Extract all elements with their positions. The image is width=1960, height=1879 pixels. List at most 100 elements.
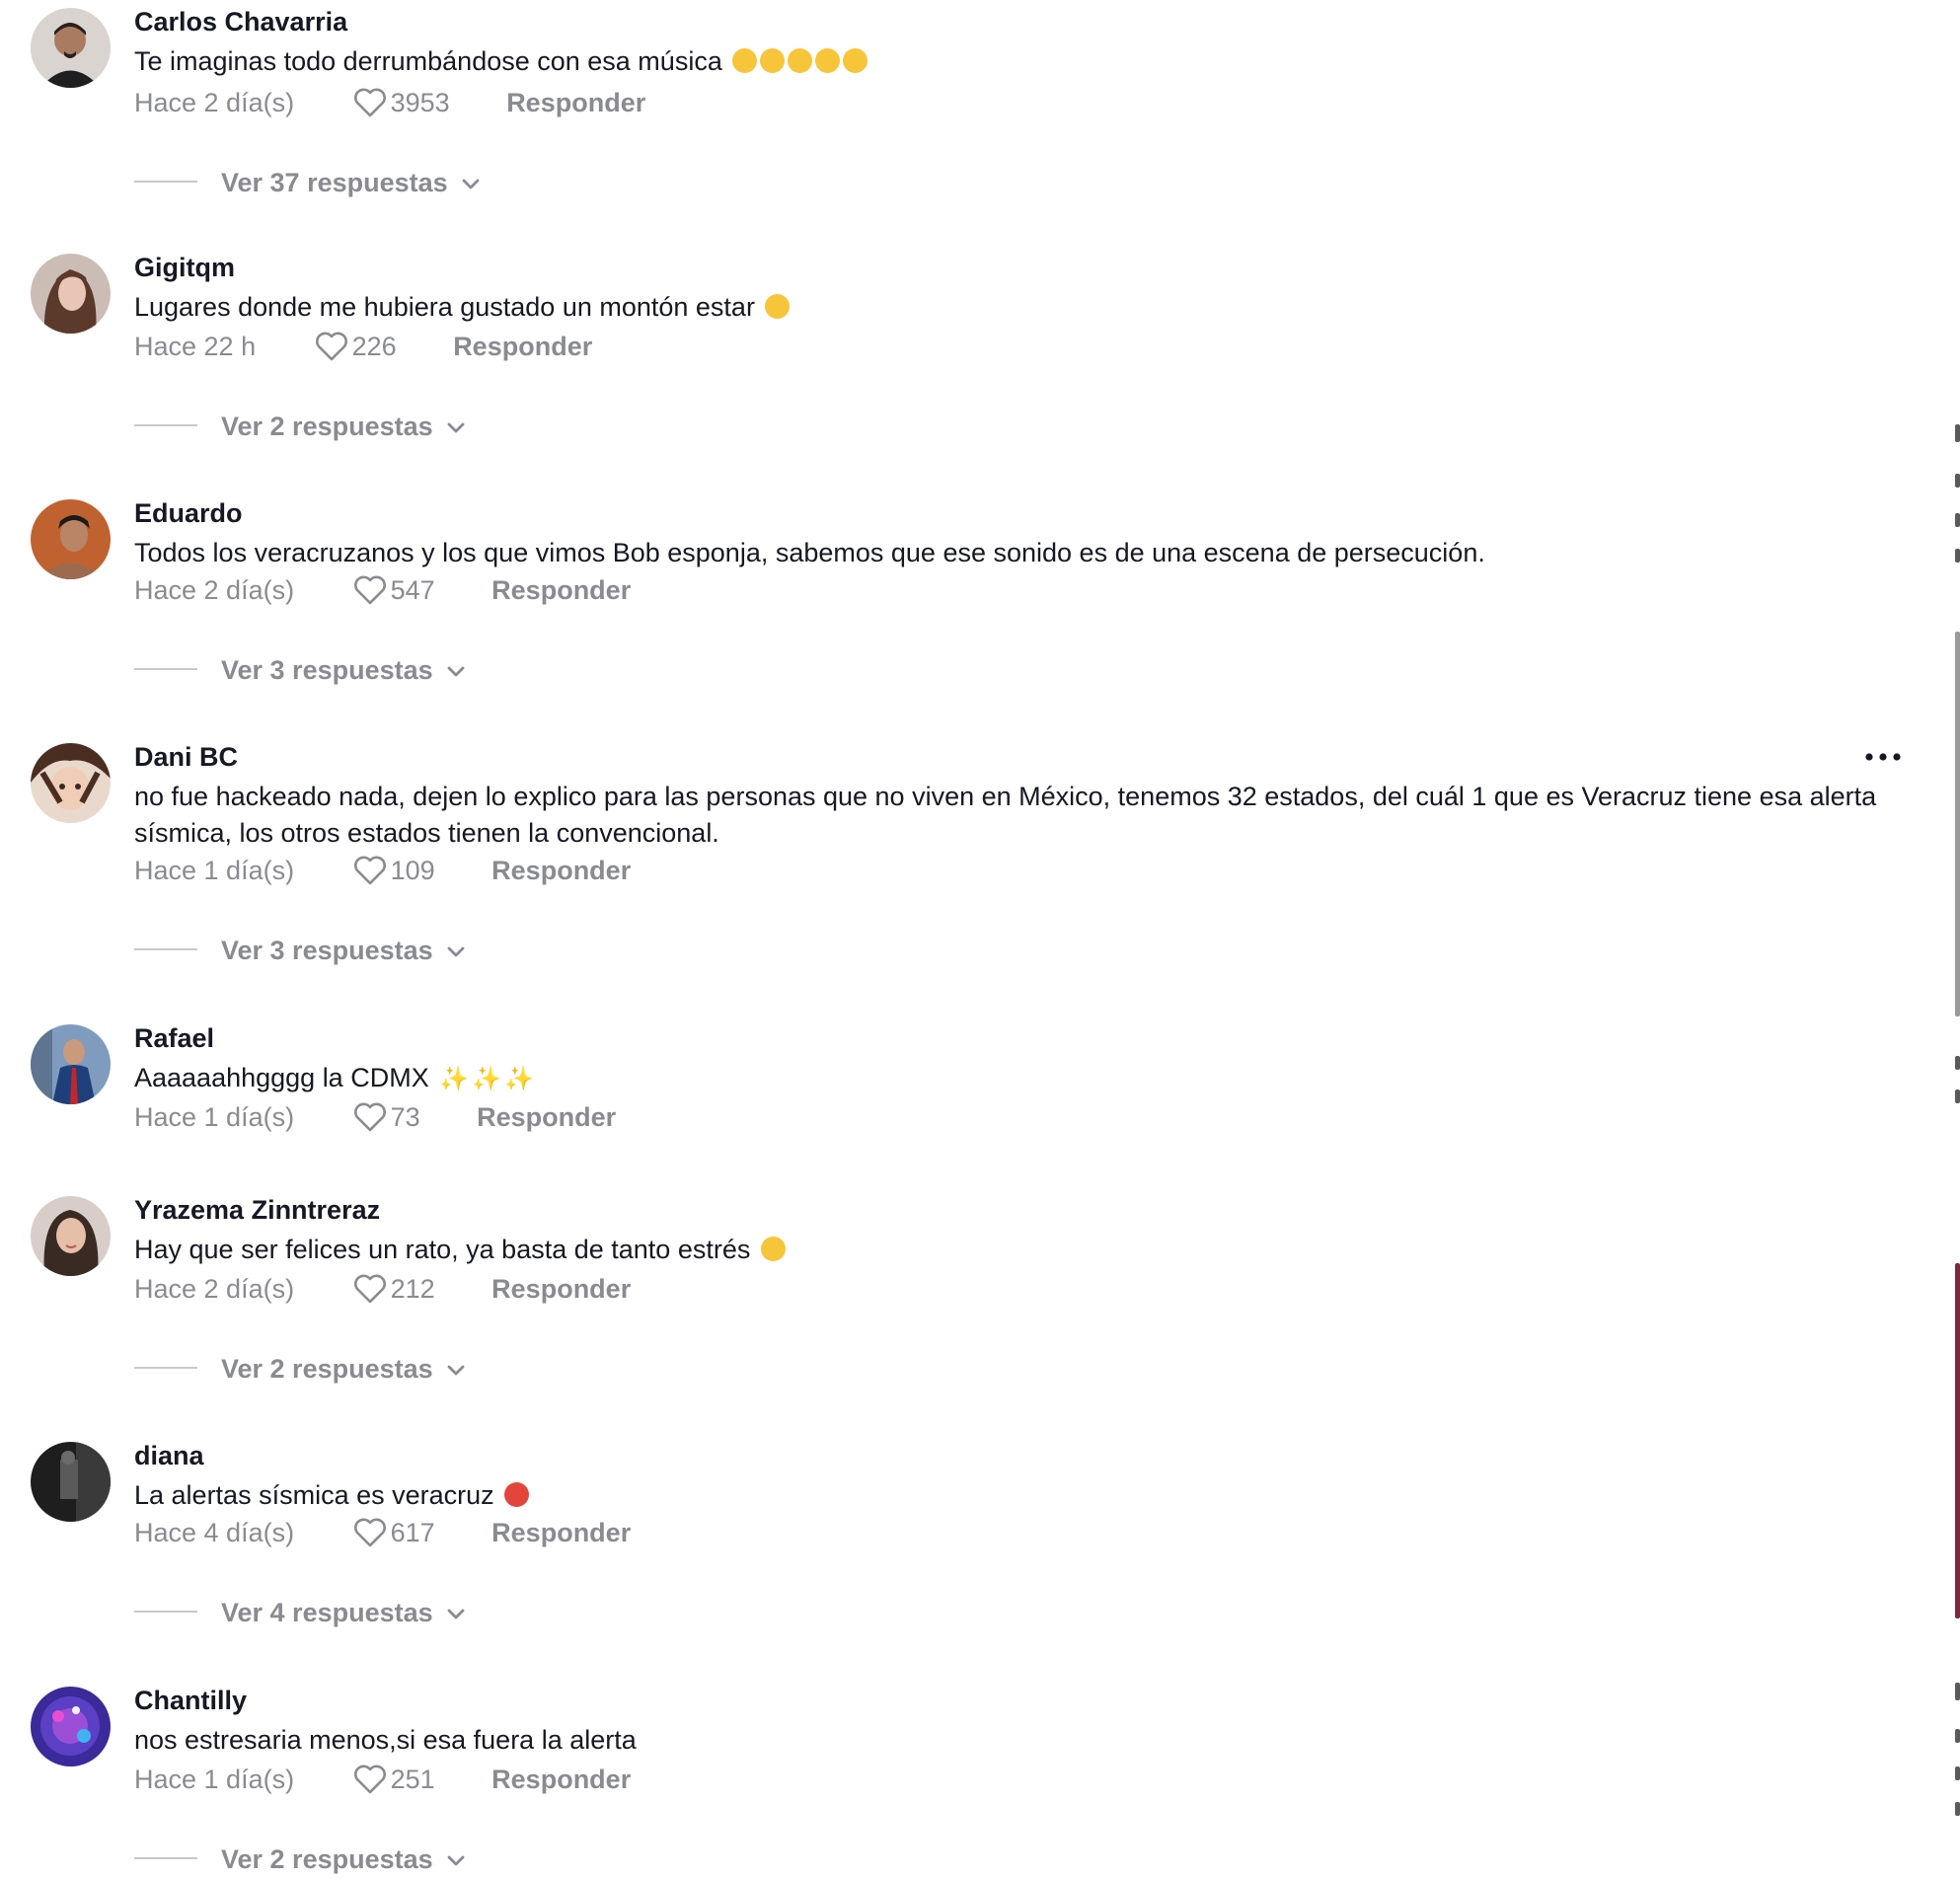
comment-body: nos estresaria menos,si esa fuera la ale… [134,1725,637,1755]
edge-fragment [1955,513,1960,527]
like-button[interactable]: 73 [353,1099,420,1135]
comment-username[interactable]: Rafael [134,1020,214,1056]
comment-username[interactable]: Yrazema Zinntreraz [134,1192,380,1228]
comment-username[interactable]: Carlos Chavarria [134,4,347,39]
comment-body: Aaaaaahhgggg la CDMX [134,1063,429,1092]
heart-outline-icon [353,1518,386,1547]
comment-time: Hace 1 día(s) [134,1765,295,1794]
replies-divider [134,1857,197,1859]
view-replies-label: Ver 3 respuestas [221,936,433,965]
reply-button[interactable]: Responder [453,329,592,364]
comment-text: nos estresaria menos,si esa fuera la ale… [134,1722,1901,1759]
view-replies-label: Ver 2 respuestas [221,1354,433,1384]
comment-body: Hay que ser felices un rato, ya basta de… [134,1235,751,1264]
chevron-down-icon [462,164,480,199]
comment-username[interactable]: Eduardo [134,495,243,531]
like-count: 547 [390,575,435,605]
like-count: 73 [390,1102,420,1132]
heart-outline-icon [353,856,386,885]
replies-divider [134,948,197,950]
comment-meta: Hace 1 día(s) 251 Responder [134,1762,631,1797]
heart-outline-icon [353,88,386,117]
avatar[interactable] [31,499,111,579]
reply-button[interactable]: Responder [491,1271,631,1307]
avatar[interactable] [31,1442,111,1522]
view-replies-button[interactable]: Ver 2 respuestas [134,1841,465,1877]
edge-fragment [1955,1056,1960,1070]
comment-username[interactable]: Chantilly [134,1683,247,1718]
avatar[interactable] [31,8,111,88]
replies-divider [134,181,197,183]
reply-button[interactable]: Responder [491,572,631,608]
like-count: 226 [351,332,397,361]
avatar[interactable] [31,254,111,334]
avatar[interactable] [31,1196,111,1276]
comment-text: La alertas sísmica es veracruz [134,1477,1901,1514]
view-replies-button[interactable]: Ver 4 respuestas [134,1594,465,1630]
reply-button[interactable]: Responder [491,1762,631,1797]
comment-meta: Hace 22 h 226 Responder [134,329,592,364]
edge-fragment [1955,1263,1960,1618]
chevron-down-icon [447,1350,465,1386]
reply-button[interactable]: Responder [491,853,631,888]
like-count: 251 [390,1765,435,1794]
view-replies-label: Ver 2 respuestas [221,1844,433,1874]
comment-time: Hace 1 día(s) [134,1102,295,1132]
comment-username[interactable]: diana [134,1438,204,1473]
view-replies-button[interactable]: Ver 3 respuestas [134,651,465,688]
reply-button[interactable]: Responder [477,1099,616,1135]
more-horizontal-icon[interactable] [1861,745,1905,769]
comment-meta: Hace 2 día(s) 547 Responder [134,572,631,608]
comment-time: Hace 2 día(s) [134,575,295,605]
heart-outline-icon [315,332,347,361]
heart-outline-icon [353,575,386,605]
comment-time: Hace 1 día(s) [134,856,295,885]
edge-fragment [1955,1090,1960,1103]
chevron-down-icon [447,932,465,967]
adjacent-panel-edge [1955,0,1960,1879]
like-button[interactable]: 212 [353,1271,435,1307]
comment-meta: Hace 1 día(s) 109 Responder [134,853,631,888]
like-button[interactable]: 226 [315,329,397,364]
crab-emoji-icon [504,1482,530,1507]
comment-text: Te imaginas todo derrumbándose con esa m… [134,43,1901,80]
heart-outline-icon [353,1274,386,1304]
like-button[interactable]: 3953 [353,85,450,120]
avatar[interactable] [31,1687,111,1766]
sparkles-emoji-icon: ✨ [439,1066,470,1092]
heart-outline-icon [353,1765,386,1794]
edge-fragment [1955,1683,1960,1700]
edge-fragment [1955,549,1960,563]
comment-meta: Hace 4 día(s) 617 Responder [134,1515,631,1550]
like-button[interactable]: 251 [353,1762,435,1797]
edge-fragment [1955,424,1960,442]
avatar[interactable] [31,743,111,823]
comment-body: no fue hackeado nada, dejen lo explico p… [134,782,1877,848]
replies-divider [134,424,197,426]
view-replies-button[interactable]: Ver 3 respuestas [134,932,465,968]
like-count: 212 [390,1274,435,1304]
reply-button[interactable]: Responder [506,85,645,120]
comment-body: Te imaginas todo derrumbándose con esa m… [134,46,722,76]
replies-divider [134,668,197,670]
comment-time: Hace 22 h [134,332,257,361]
comment-username[interactable]: Dani BC [134,739,238,775]
edge-fragment [1955,1766,1960,1780]
view-replies-label: Ver 37 respuestas [221,168,448,197]
joy-emoji-icon [732,48,758,73]
comment-meta: Hace 2 día(s) 212 Responder [134,1271,631,1307]
like-count: 617 [390,1518,435,1547]
reply-button[interactable]: Responder [491,1515,631,1550]
avatar[interactable] [31,1024,111,1104]
like-button[interactable]: 617 [353,1515,435,1550]
heart-outline-icon [353,1102,386,1132]
comment-username[interactable]: Gigitqm [134,250,235,285]
chevron-down-icon [447,1841,465,1876]
view-replies-button[interactable]: Ver 2 respuestas [134,1350,465,1387]
view-replies-button[interactable]: Ver 37 respuestas [134,164,480,200]
comment-text: Lugares donde me hubiera gustado un mont… [134,289,1901,326]
like-button[interactable]: 547 [353,572,435,608]
joy-emoji-icon [788,48,813,73]
like-button[interactable]: 109 [353,853,435,888]
view-replies-button[interactable]: Ver 2 respuestas [134,408,465,444]
